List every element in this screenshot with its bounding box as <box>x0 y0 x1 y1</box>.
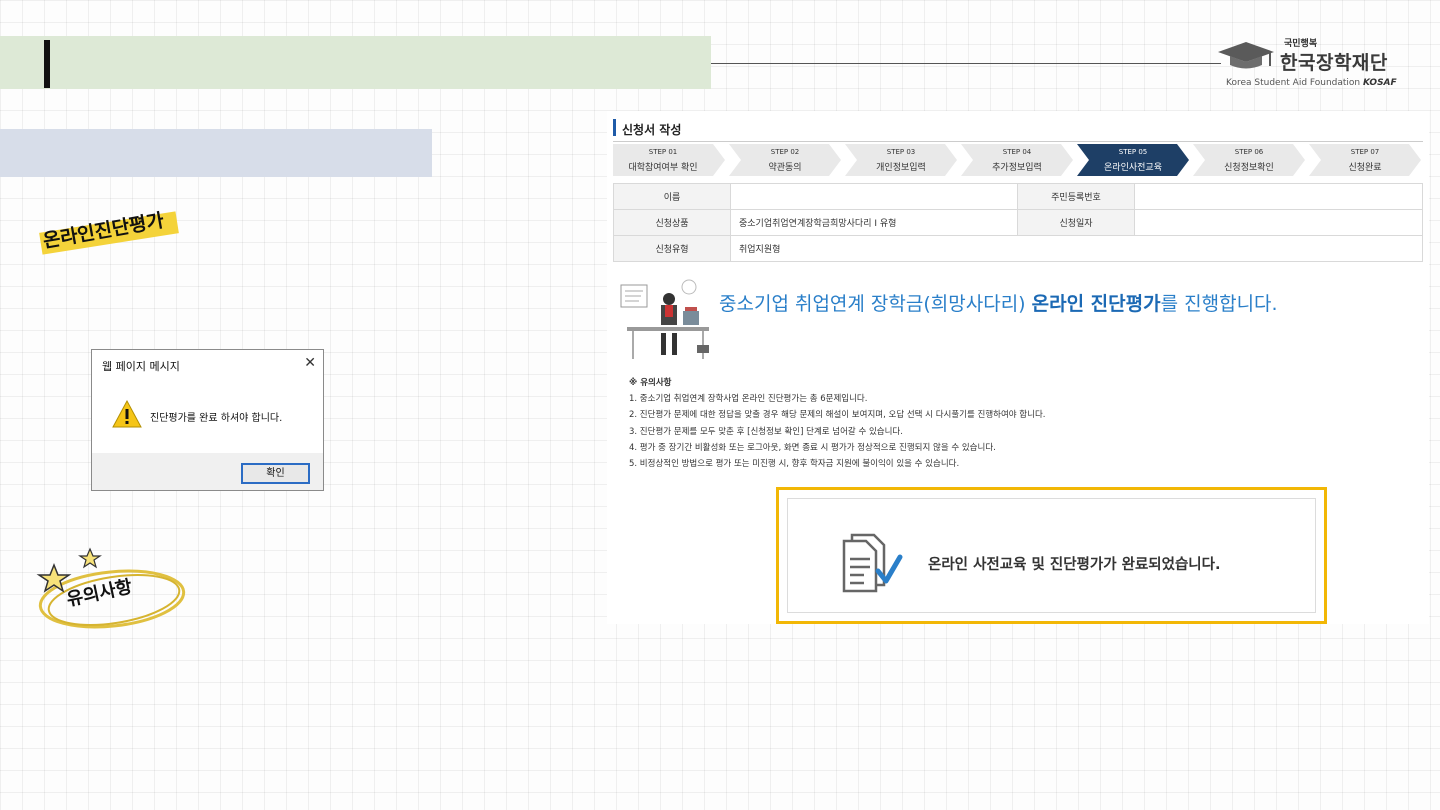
applicant-info-table: 이름 주민등록번호 신청상품 중소기업취업연계장학금희망사다리 I 유형 신청일… <box>613 183 1423 262</box>
table-row: 신청상품 중소기업취업연계장학금희망사다리 I 유형 신청일자 <box>613 209 1423 236</box>
notice-label: 유의사항 <box>32 545 192 635</box>
step-number: STEP 05 <box>1118 148 1148 156</box>
type-value: 취업지원형 <box>730 235 1423 262</box>
form-title: 신청서 작성 <box>622 123 682 137</box>
step-label: 개인정보입력 <box>876 163 926 173</box>
notice-item: 3. 진단평가 문제를 모두 맞춘 후 [신청정보 확인] 단계로 넘어갈 수 … <box>629 426 903 437</box>
step-label: 추가정보입력 <box>992 163 1042 173</box>
logo-korean-name: 한국장학재단 <box>1280 52 1388 74</box>
step-label: 약관동의 <box>768 163 802 173</box>
dialog-message: 진단평가를 완료 하셔야 합니다. <box>150 413 283 424</box>
date-label: 신청일자 <box>1017 209 1135 236</box>
person-at-desk-illustration <box>620 279 709 359</box>
step-number: STEP 04 <box>1002 148 1032 156</box>
headline-post: 를 진행합니다. <box>1160 293 1278 315</box>
step-label: 온라인사전교육 <box>1104 163 1162 173</box>
step-6: STEP 06 신청정보확인 <box>1193 144 1305 176</box>
headline-emphasis: 온라인 진단평가 <box>1031 293 1161 315</box>
completion-message: 온라인 사전교육 및 진단평가가 완료되었습니다. <box>928 557 1221 573</box>
step-3: STEP 03 개인정보입력 <box>845 144 957 176</box>
product-label: 신청상품 <box>613 209 731 236</box>
table-row: 이름 주민등록번호 <box>613 183 1423 210</box>
message-dialog: 웹 페이지 메시지 ✕ 진단평가를 완료 하셔야 합니다. 확인 <box>91 349 324 491</box>
date-value <box>1134 209 1423 236</box>
step-number: STEP 03 <box>886 148 916 156</box>
notice-item: 1. 중소기업 취업연계 장학사업 온라인 진단평가는 총 6문제입니다. <box>629 394 868 405</box>
logo-english-name: Korea Student Aid Foundation KOSAF <box>1226 78 1397 88</box>
notice-list: ※ 유의사항 1. 중소기업 취업연계 장학사업 온라인 진단평가는 총 6문제… <box>629 375 1045 472</box>
diagnosis-label: 온라인진단평가 <box>38 206 182 256</box>
rrn-label: 주민등록번호 <box>1017 183 1135 210</box>
notice-item: 2. 진단평가 문제에 대한 정답을 맞출 경우 해당 문제의 해설이 보여지며… <box>629 410 1046 421</box>
header-divider <box>711 63 1221 64</box>
step-number: STEP 01 <box>648 148 678 156</box>
logo-brand: KOSAF <box>1363 78 1397 88</box>
notice-item: 5. 비정상적인 방법으로 평가 또는 미진행 시, 향후 학자금 지원에 불이… <box>629 459 960 470</box>
step-1: STEP 01 대학참여여부 확인 <box>613 144 725 176</box>
logo-english-text: Korea Student Aid Foundation <box>1226 78 1361 88</box>
graduation-cap-icon <box>1218 42 1274 69</box>
step-label: 대학참여여부 확인 <box>628 163 698 173</box>
step-5-active: STEP 05 온라인사전교육 <box>1077 144 1189 176</box>
dialog-footer: 확인 <box>92 453 323 490</box>
step-2: STEP 02 약관동의 <box>729 144 841 176</box>
rrn-value <box>1134 183 1423 210</box>
step-label: 신청완료 <box>1348 163 1382 173</box>
type-label: 신청유형 <box>613 235 731 262</box>
step-number: STEP 07 <box>1350 148 1380 156</box>
step-7: STEP 07 신청완료 <box>1309 144 1421 176</box>
product-value: 중소기업취업연계장학금희망사다리 I 유형 <box>730 209 1018 236</box>
title-band <box>0 36 711 89</box>
kosaf-logo: 국민행복 한국장학재단 Korea Student Aid Foundation… <box>1216 34 1406 90</box>
subtitle-band <box>0 129 432 177</box>
form-title-rule <box>613 141 1423 142</box>
step-progress: STEP 01 대학참여여부 확인 STEP 02 약관동의 STEP 03 개… <box>613 144 1423 176</box>
step-4: STEP 04 추가정보입력 <box>961 144 1073 176</box>
diagnosis-label-text: 온라인진단평가 <box>41 209 166 253</box>
headline: 중소기업 취업연계 장학금(희망사다리) 온라인 진단평가를 진행합니다. <box>719 289 1278 316</box>
notice-title: ※ 유의사항 <box>629 378 672 388</box>
close-icon[interactable]: ✕ <box>304 355 316 371</box>
ok-button[interactable]: 확인 <box>241 463 310 484</box>
completion-panel: 온라인 사전교육 및 진단평가가 완료되었습니다. <box>787 498 1316 613</box>
step-number: STEP 06 <box>1234 148 1264 156</box>
name-value <box>730 183 1018 210</box>
headline-pre: 중소기업 취업연계 장학금(희망사다리) <box>719 293 1032 315</box>
completion-box: 온라인 사전교육 및 진단평가가 완료되었습니다. <box>776 487 1327 624</box>
title-accent-bar <box>44 40 50 88</box>
step-number: STEP 02 <box>770 148 800 156</box>
dialog-title: 웹 페이지 메시지 <box>102 360 180 373</box>
warning-icon <box>112 400 142 428</box>
notice-item: 4. 평가 중 장기간 비활성화 또는 로그아웃, 화면 종료 시 평가가 정상… <box>629 442 996 453</box>
document-check-icon <box>842 533 903 593</box>
step-label: 신청정보확인 <box>1224 163 1274 173</box>
name-label: 이름 <box>613 183 731 210</box>
form-title-marker <box>613 119 616 136</box>
table-row: 신청유형 취업지원형 <box>613 235 1423 262</box>
